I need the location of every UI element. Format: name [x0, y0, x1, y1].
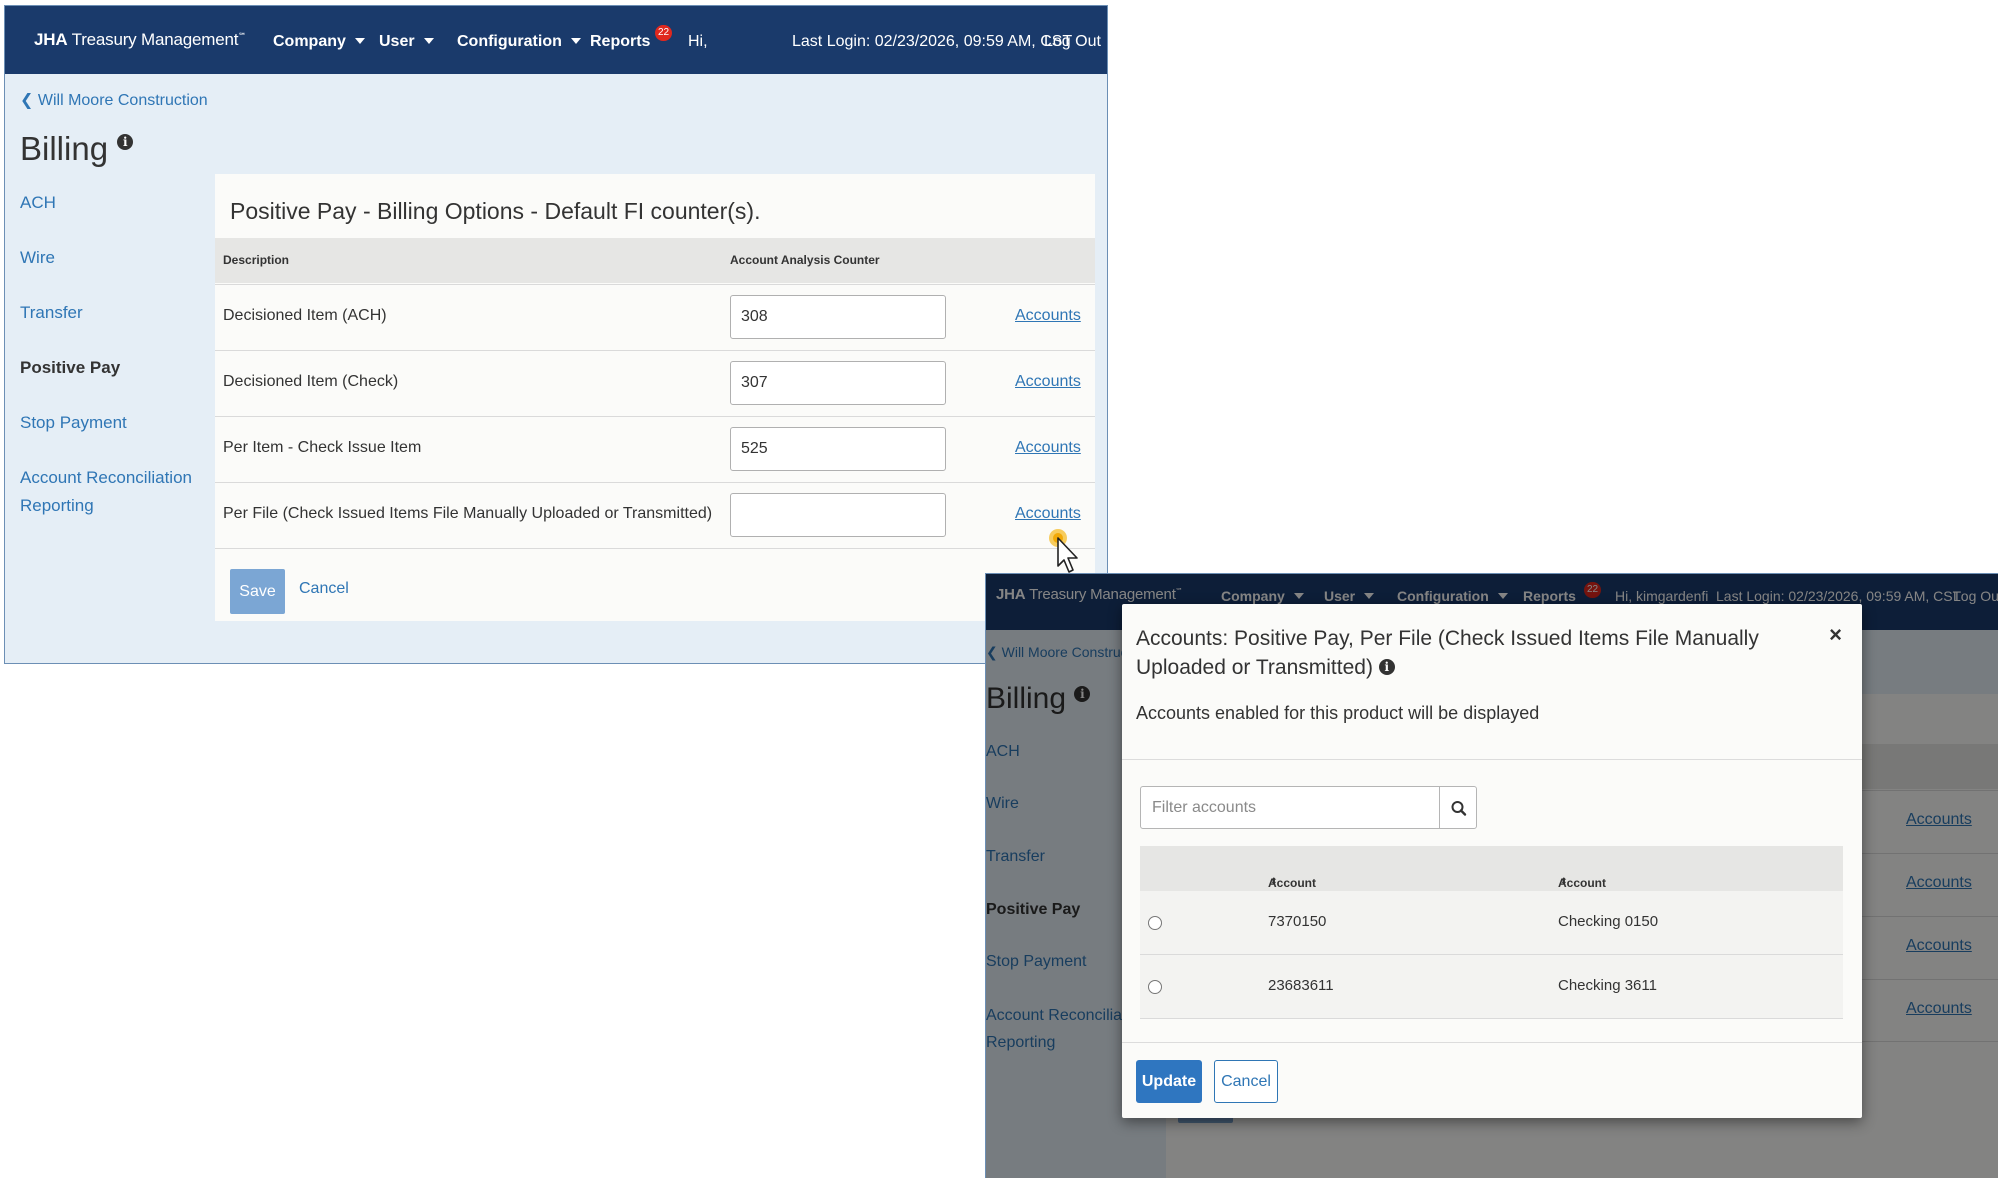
row-description: Per File (Check Issued Items File Manual… [223, 505, 713, 522]
nav-reports[interactable]: Reports [590, 33, 650, 51]
counter-input[interactable] [730, 361, 946, 405]
sort-icon: ⬍ [1560, 876, 1568, 886]
sidebar-item-wire[interactable]: Wire [20, 244, 55, 272]
column-account-analysis-counter: Account Analysis Counter [730, 253, 880, 267]
row-description: Decisioned Item (ACH) [223, 307, 387, 324]
accounts-link[interactable]: Accounts [1015, 373, 1081, 391]
billing-screen: JHA Treasury Management℠ Company User Co… [4, 5, 1108, 664]
search-button[interactable] [1439, 786, 1477, 829]
filter-accounts-input[interactable] [1140, 786, 1440, 829]
modal-subtitle: Accounts enabled for this product will b… [1136, 703, 1540, 723]
close-icon[interactable]: × [1829, 622, 1842, 648]
billing-options-panel: Positive Pay - Billing Options - Default… [215, 174, 1095, 621]
divider [1122, 1042, 1862, 1043]
sidebar-item-positive-pay[interactable]: Positive Pay [20, 354, 120, 382]
save-button[interactable]: Save [230, 569, 285, 614]
account-name: Checking 0150 [1558, 913, 1659, 930]
panel-title: Positive Pay - Billing Options - Default… [230, 198, 761, 224]
row-description: Decisioned Item (Check) [223, 373, 399, 390]
counter-input[interactable] [730, 295, 946, 339]
modal-title: Accounts: Positive Pay, Per File (Check … [1136, 627, 1759, 679]
chevron-down-icon [423, 38, 434, 44]
update-button[interactable]: Update [1136, 1060, 1202, 1103]
sidebar-item-transfer[interactable]: Transfer [20, 299, 83, 327]
nav-company-menu[interactable]: Company [273, 33, 365, 51]
mouse-cursor-icon [1049, 529, 1078, 573]
top-navbar: JHA Treasury Management℠ Company User Co… [5, 6, 1107, 74]
search-icon [1451, 801, 1467, 816]
table-header: Description Account Analysis Counter [215, 238, 1095, 283]
cancel-link[interactable]: Cancel [299, 580, 349, 598]
account-number: 7370150 [1268, 913, 1327, 930]
nav-user-menu[interactable]: User [379, 33, 434, 51]
sidebar-item-account-reconciliation[interactable]: Account Reconciliation Reporting [20, 464, 192, 520]
back-link[interactable]: ❮ Will Moore Construction [20, 90, 208, 110]
last-login-text: Last Login: 02/23/2026, 09:59 AM, CST [792, 33, 1073, 50]
table-row[interactable]: 7370150 Checking 0150 [1140, 891, 1843, 955]
reports-notification-badge: 22 [655, 25, 673, 41]
table-row: Decisioned Item (ACH) Accounts [215, 284, 1095, 350]
cancel-button[interactable]: Cancel [1214, 1060, 1278, 1103]
divider [1122, 759, 1862, 760]
chevron-left-icon: ❮ [20, 92, 34, 109]
page-title: Billing i [20, 130, 134, 168]
table-row[interactable]: 23683611 Checking 3611 [1140, 955, 1843, 1019]
table-row: Per Item - Check Issue Item Accounts [215, 416, 1095, 482]
table-row: Decisioned Item (Check) Accounts [215, 350, 1095, 416]
sidebar-item-stop-payment[interactable]: Stop Payment [20, 409, 127, 437]
brand-logo[interactable]: JHA Treasury Management℠ [34, 30, 246, 50]
counter-input[interactable] [730, 493, 946, 537]
account-name: Checking 3611 [1558, 977, 1657, 994]
accounts-link[interactable]: Accounts [1015, 505, 1081, 523]
column-description: Description [223, 253, 290, 267]
sort-icon: ⬍ [1270, 876, 1278, 886]
account-radio[interactable] [1148, 980, 1162, 994]
accounts-link[interactable]: Accounts [1015, 439, 1081, 457]
filter-group [1140, 786, 1477, 829]
account-radio[interactable] [1148, 916, 1162, 930]
accounts-modal: Accounts: Positive Pay, Per File (Check … [1122, 604, 1862, 1118]
chevron-down-icon [570, 38, 581, 44]
account-number: 23683611 [1268, 977, 1334, 994]
info-icon[interactable]: i [117, 134, 134, 150]
sidebar-item-ach[interactable]: ACH [20, 189, 56, 217]
accounts-link[interactable]: Accounts [1015, 307, 1081, 325]
row-description: Per Item - Check Issue Item [223, 439, 422, 456]
logout-link[interactable]: Log Out [1044, 33, 1101, 51]
accounts-table-header: Account Number⬍ Account Name⬍ [1140, 846, 1843, 904]
chevron-down-icon [354, 38, 365, 44]
user-greeting: Hi, [688, 33, 708, 50]
nav-configuration-menu[interactable]: Configuration [457, 33, 581, 51]
table-row: Per File (Check Issued Items File Manual… [215, 482, 1095, 549]
info-icon[interactable]: i [1378, 659, 1395, 675]
counter-input[interactable] [730, 427, 946, 471]
